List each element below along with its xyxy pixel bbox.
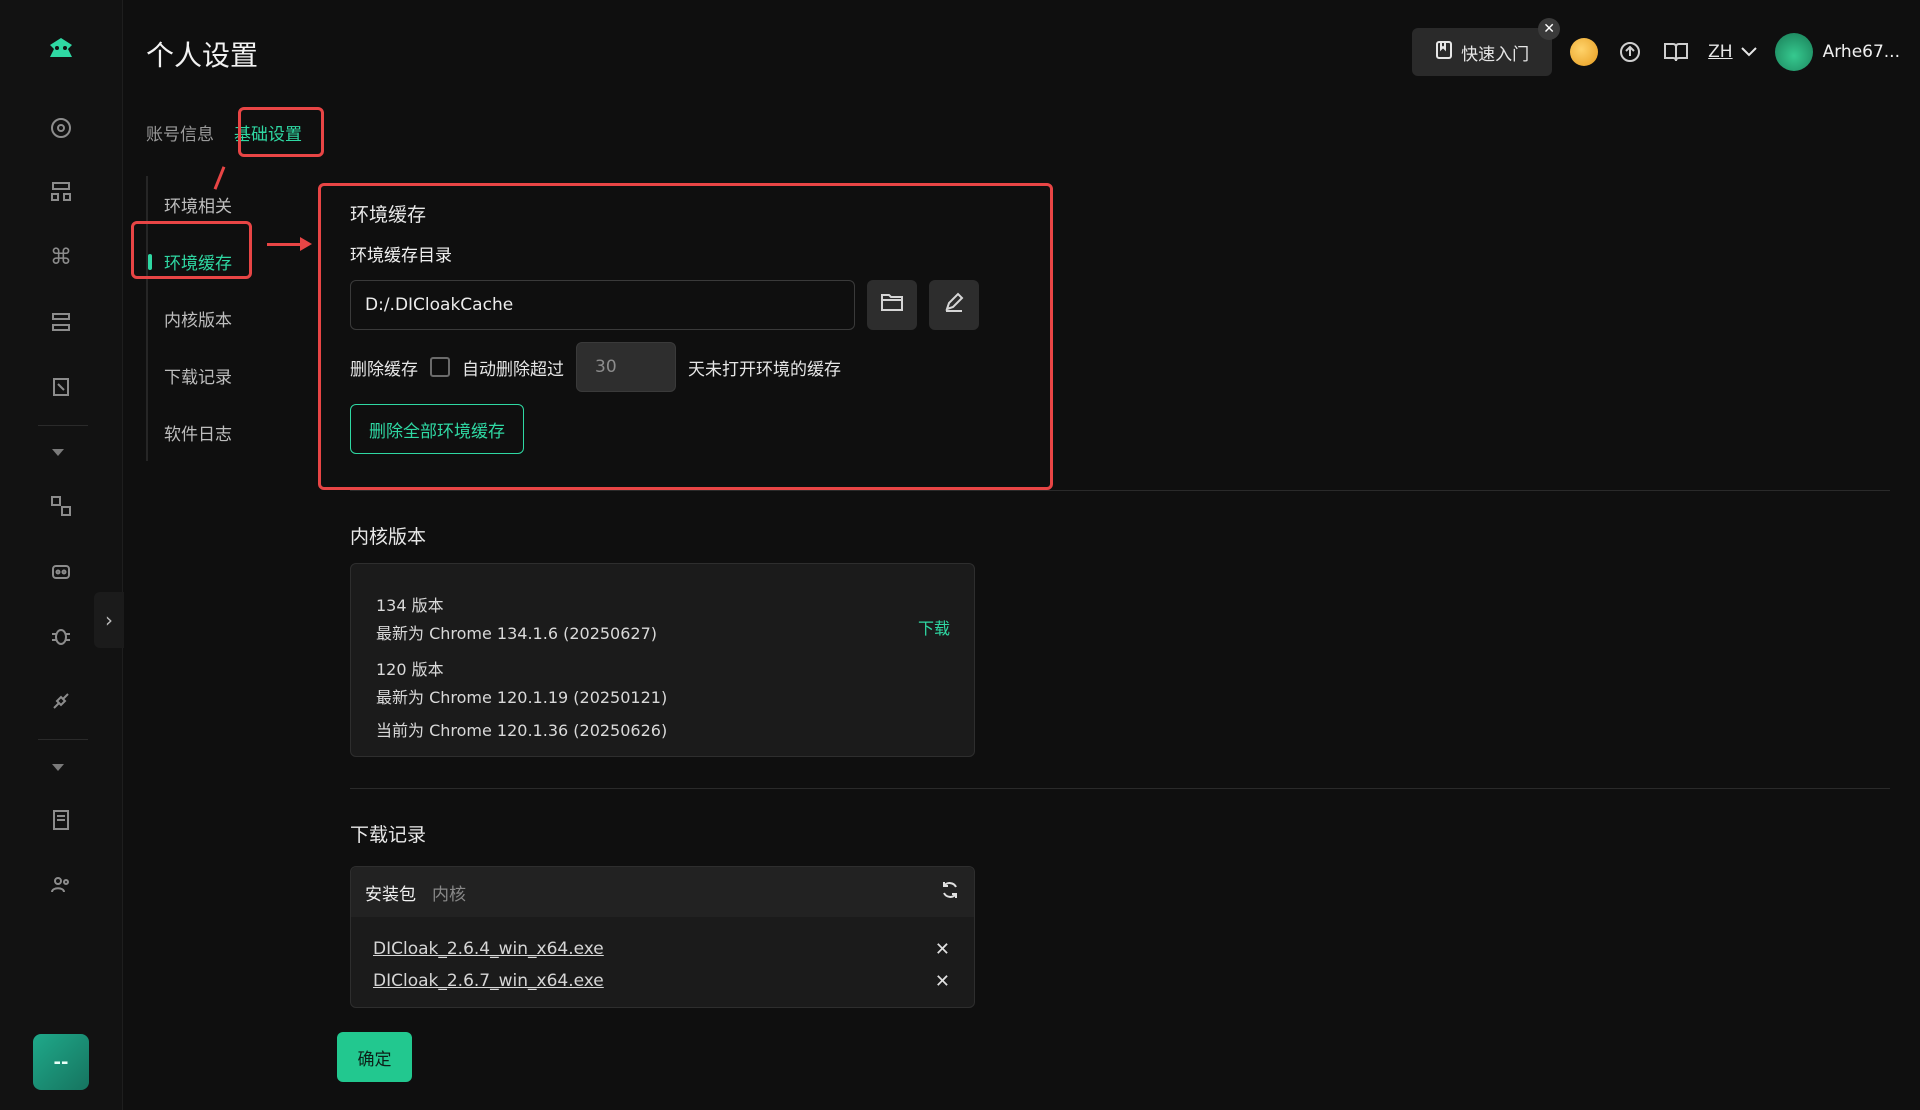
- cache-dir-label: 环境缓存目录: [350, 246, 452, 266]
- cache-section: 环境缓存 环境缓存目录 D:/.DICloakCache 删除缓存 自动删除超过…: [350, 200, 1890, 454]
- kernel-120: 120 版本 最新为 Chrome 120.1.19 (20250121) 当前…: [376, 656, 667, 741]
- refresh-icon[interactable]: [940, 880, 960, 905]
- days-suffix-label: 天未打开环境的缓存: [688, 359, 841, 380]
- quick-start-button[interactable]: 快速入门 ✕: [1412, 18, 1561, 76]
- subnav-item-downloads[interactable]: 下载记录: [148, 347, 296, 404]
- chevron-down-icon: [1740, 42, 1757, 62]
- browser-icon[interactable]: [43, 110, 79, 146]
- expand-sidebar-button[interactable]: ›: [94, 592, 124, 648]
- docs-book-icon[interactable]: [1662, 38, 1690, 66]
- confirm-button[interactable]: 确定: [337, 1032, 412, 1082]
- delete-all-cache-button[interactable]: 删除全部环境缓存: [350, 404, 524, 454]
- chevron-right-icon: ›: [105, 608, 113, 632]
- robot-icon[interactable]: [43, 553, 79, 589]
- cache-dir-row: D:/.DICloakCache: [350, 280, 1890, 330]
- cache-section-title: 环境缓存: [350, 204, 427, 226]
- tab-kernel[interactable]: 内核: [432, 880, 466, 905]
- bug-icon[interactable]: [43, 618, 79, 654]
- rail-divider: [38, 425, 88, 426]
- downloads-tabs: 安装包 内核: [351, 867, 974, 917]
- collapse-caret-icon[interactable]: [52, 764, 64, 771]
- page-title: 个人设置: [146, 39, 259, 72]
- tab-package[interactable]: 安装包: [365, 880, 416, 905]
- language-label: ZH: [1708, 42, 1733, 62]
- kernel-134-name: 134 版本: [376, 596, 444, 615]
- api-plug-icon[interactable]: [43, 683, 79, 719]
- close-icon[interactable]: ✕: [935, 971, 950, 992]
- user-menu[interactable]: Arhe67...: [1774, 33, 1900, 71]
- coin-icon[interactable]: [1570, 38, 1599, 66]
- command-icon[interactable]: ⌘: [43, 239, 79, 275]
- settings-subnav: 环境相关 环境缓存 内核版本 下载记录 软件日志: [146, 176, 296, 461]
- quick-start-label: 快速入门: [1461, 44, 1530, 65]
- download-file-link[interactable]: DICloak_2.6.7_win_x64.exe: [373, 971, 604, 991]
- download-file-link[interactable]: DICloak_2.6.4_win_x64.exe: [373, 939, 604, 959]
- username: Arhe67...: [1822, 42, 1900, 62]
- avatar: [1774, 33, 1813, 71]
- folder-icon: [880, 292, 904, 318]
- list-item: DICloak_2.6.4_win_x64.exe ✕: [351, 933, 974, 965]
- kernel-134: 134 版本 最新为 Chrome 134.1.6 (20250627): [376, 592, 657, 644]
- auto-delete-checkbox[interactable]: [430, 357, 450, 377]
- book-mark-icon: [1435, 40, 1453, 65]
- kernel-120-name: 120 版本: [376, 660, 444, 679]
- log-icon[interactable]: [43, 802, 79, 838]
- edit-path-button[interactable]: [929, 280, 979, 330]
- download-kernel-134-link[interactable]: 下载: [918, 615, 950, 639]
- download-list: DICloak_2.6.4_win_x64.exe ✕ DICloak_2.6.…: [351, 917, 974, 997]
- annotation-box-subnav: [131, 221, 252, 279]
- delete-cache-label: 删除缓存: [350, 359, 418, 380]
- kernel-120-current: 当前为 Chrome 120.1.36 (20250626): [376, 721, 668, 740]
- downloads-card: 安装包 内核 DICloak_2.6.4_win_x64.exe ✕ DIClo…: [350, 866, 975, 1008]
- app-logo-icon[interactable]: [43, 32, 79, 68]
- annotation-box-tab: [238, 107, 324, 157]
- header-actions: 快速入门 ✕ ZH Arhe67...: [1412, 18, 1900, 76]
- kernel-card: 134 版本 最新为 Chrome 134.1.6 (20250627) 下载 …: [350, 563, 975, 757]
- left-rail: ⌘ › --: [0, 0, 124, 1110]
- team-icon[interactable]: [43, 867, 79, 903]
- group-icon[interactable]: [43, 174, 79, 210]
- days-input[interactable]: 30: [576, 342, 676, 392]
- sync-icon[interactable]: [43, 488, 79, 524]
- kernel-section-title: 内核版本: [350, 526, 427, 548]
- collapse-caret-icon[interactable]: [52, 449, 64, 456]
- kernel-134-latest: 最新为 Chrome 134.1.6 (20250627): [376, 624, 658, 643]
- tab-account-info[interactable]: 账号信息: [146, 118, 214, 147]
- subnav-item-logs[interactable]: 软件日志: [148, 404, 296, 461]
- kernel-120-latest: 最新为 Chrome 120.1.19 (20250121): [376, 688, 668, 707]
- list-item: DICloak_2.6.7_win_x64.exe ✕: [351, 965, 974, 997]
- open-folder-button[interactable]: [867, 280, 917, 330]
- close-icon[interactable]: ✕: [935, 939, 950, 960]
- section-divider: [350, 788, 1890, 789]
- extension-icon[interactable]: [43, 369, 79, 405]
- settings-page: ⌘ › -- 个人设置 快速入门 ✕ ZH Arhe67... 账号信息 基础设…: [0, 0, 1920, 1110]
- language-selector[interactable]: ZH: [1708, 42, 1757, 62]
- rail-divider: [38, 739, 88, 740]
- rail-user-button[interactable]: --: [33, 1034, 89, 1090]
- subnav-item-kernel[interactable]: 内核版本: [148, 290, 296, 347]
- upload-icon[interactable]: [1616, 38, 1644, 66]
- close-icon[interactable]: ✕: [1538, 18, 1561, 40]
- annotation-arrow: [267, 237, 312, 251]
- cache-auto-delete-row: 删除缓存 自动删除超过 30 天未打开环境的缓存: [350, 342, 1890, 392]
- section-divider: [350, 490, 1890, 491]
- auto-delete-label: 自动删除超过: [462, 359, 564, 380]
- downloads-section-title: 下载记录: [350, 824, 427, 846]
- cache-dir-input[interactable]: D:/.DICloakCache: [350, 280, 855, 330]
- pencil-icon: [943, 291, 965, 319]
- proxy-icon[interactable]: [43, 304, 79, 340]
